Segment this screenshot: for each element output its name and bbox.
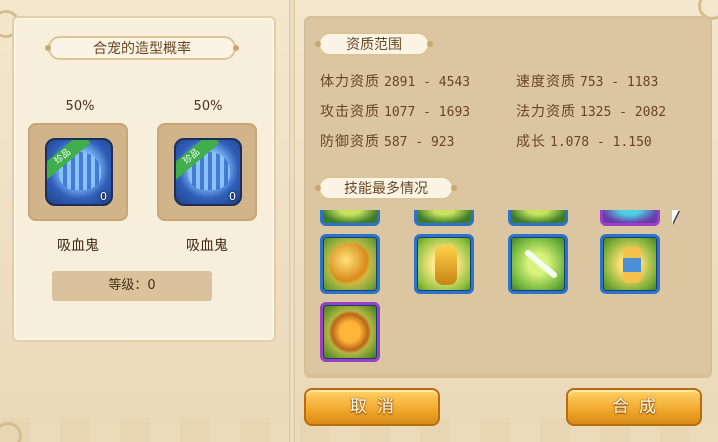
buddha-statue-skill-icon[interactable] [414, 234, 474, 294]
pet-slot-2[interactable]: 珍品 0 [157, 123, 257, 221]
partial-cyan-skill-icon[interactable] [600, 210, 660, 226]
stat-attack-aptitude: 攻击资质 1077 - 1693 [320, 104, 471, 120]
stat-magic-aptitude: 法力资质 1325 - 2082 [516, 104, 667, 120]
panel-divider [289, 0, 295, 442]
stat-hp-aptitude: 体力资质 2891 - 4543 [320, 74, 471, 90]
partial-green-skill-icon[interactable] [414, 210, 474, 226]
fire-orb-skill-icon[interactable] [320, 302, 380, 362]
golden-dragon-skill-icon[interactable] [320, 234, 380, 294]
pet-name: 吸血鬼 [186, 238, 228, 254]
vampire-pet-icon: 珍品 0 [45, 138, 113, 206]
stat-speed-aptitude: 速度资质 753 - 1183 [516, 74, 659, 90]
mouse-cursor-icon [672, 210, 679, 224]
stat-defense-aptitude: 防御资质 587 - 923 [320, 134, 455, 150]
skills-title: 技能最多情况 [315, 176, 457, 200]
vampire-pet-icon: 珍品 0 [174, 138, 242, 206]
pet-rate-label: 50% [193, 99, 223, 114]
pet-name: 吸血鬼 [57, 238, 99, 254]
pet-rate-label: 50% [65, 99, 95, 114]
appearance-rate-title: 合宠的造型概率 [45, 36, 239, 60]
level-display: 等级：0 [52, 271, 212, 301]
stat-growth: 成长 1.078 - 1.150 [516, 134, 652, 150]
pet-count: 0 [100, 190, 107, 203]
pet-count: 0 [229, 190, 236, 203]
partial-green-skill-icon[interactable] [320, 210, 380, 226]
aptitude-range-title: 资质范围 [315, 32, 433, 56]
synthesize-button[interactable]: 合成 [566, 388, 702, 426]
blade-strike-skill-icon[interactable] [508, 234, 568, 294]
hourglass-skill-icon[interactable] [600, 234, 660, 294]
pet-slot-1[interactable]: 珍品 0 [28, 123, 128, 221]
partial-green-skill-icon[interactable] [508, 210, 568, 226]
cancel-button[interactable]: 取消 [304, 388, 440, 426]
